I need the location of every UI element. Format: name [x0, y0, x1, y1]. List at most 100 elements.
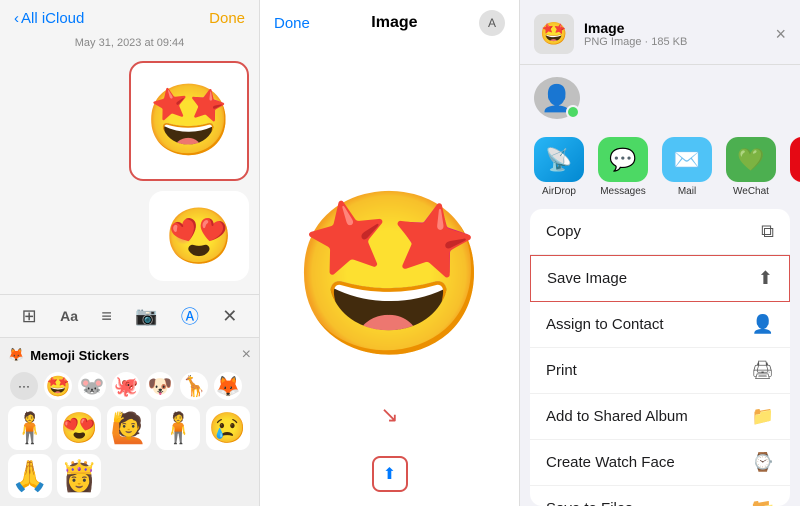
- copy-label: Copy: [546, 223, 581, 240]
- messages-symbol: 💬: [609, 147, 636, 173]
- list-icon[interactable]: ≡: [101, 306, 112, 327]
- image-display-area: 🤩 ↘ ⬆: [260, 42, 519, 506]
- share-filename: Image: [584, 20, 765, 36]
- chevron-left-icon: ‹: [14, 10, 19, 27]
- assign-contact-label: Assign to Contact: [546, 316, 664, 333]
- actions-list: Copy ⧉ Save Image ⬆ Assign to Contact 👤 …: [530, 209, 790, 506]
- watch-face-icon: ⌚: [752, 452, 774, 473]
- wechat-symbol: 💚: [737, 147, 764, 173]
- airdrop-app[interactable]: 📡 AirDrop: [534, 137, 584, 197]
- shared-album-label: Add to Shared Album: [546, 408, 688, 425]
- file-thumb-icon: 🤩: [540, 21, 567, 47]
- arrow-indicator: ↘: [380, 404, 398, 426]
- shared-album-icon: 📁: [752, 406, 774, 427]
- sticker-item-4[interactable]: 🧍: [156, 406, 200, 450]
- grid-icon[interactable]: ⊞: [22, 306, 37, 327]
- sticker-grid: 🧍 😍 🙋 🧍 😢 🙏 👸: [8, 406, 251, 498]
- save-files-label: Save to Files: [546, 500, 633, 506]
- copy-action[interactable]: Copy ⧉: [530, 209, 790, 255]
- back-button[interactable]: ‹ All iCloud: [14, 10, 84, 27]
- message-timestamp: May 31, 2023 at 09:44: [0, 33, 259, 53]
- share-sheet-panel: 🤩 Image PNG Image · 185 KB × 👤 📡 AirDrop…: [520, 0, 800, 506]
- save-image-icon: ⬆: [758, 268, 773, 289]
- sticker-cat-3[interactable]: 🐙: [112, 372, 140, 400]
- done-button[interactable]: Done: [209, 10, 245, 27]
- assign-contact-icon: 👤: [752, 314, 774, 335]
- wechat-label: WeChat: [733, 186, 769, 197]
- sticker-title-label: Memoji Stickers: [30, 348, 129, 363]
- chat-bubble-1[interactable]: 🤩: [129, 61, 249, 181]
- panel1-header: ‹ All iCloud Done: [0, 0, 259, 33]
- memoji-thumb-1: 🤩: [131, 63, 247, 179]
- image-title: Image: [371, 14, 417, 32]
- wechat-app[interactable]: 💚 WeChat: [726, 137, 776, 197]
- assign-contact-action[interactable]: Assign to Contact 👤: [530, 302, 790, 348]
- print-label: Print: [546, 362, 577, 379]
- watch-face-label: Create Watch Face: [546, 454, 675, 471]
- message-toolbar: ⊞ Aa ≡ 📷 Ⓐ ✕: [0, 294, 259, 337]
- close-toolbar-icon[interactable]: ✕: [222, 306, 237, 327]
- sticker-cat-1[interactable]: 🤩: [44, 372, 72, 400]
- mail-app[interactable]: ✉️ Mail: [662, 137, 712, 197]
- sticker-item-7[interactable]: 👸: [57, 454, 101, 498]
- share-icon: ⬆: [383, 464, 396, 484]
- contact-item[interactable]: 👤: [534, 77, 580, 119]
- share-circle-button[interactable]: A: [479, 10, 505, 36]
- messages-panel: ‹ All iCloud Done May 31, 2023 at 09:44 …: [0, 0, 260, 506]
- sticker-item-2[interactable]: 😍: [57, 406, 101, 450]
- shared-album-action[interactable]: Add to Shared Album 📁: [530, 394, 790, 440]
- share-button[interactable]: ⬆: [372, 456, 408, 492]
- wechat-icon: 💚: [726, 137, 776, 182]
- chat-bubble-2[interactable]: 😍: [149, 191, 249, 281]
- airdrop-icon: 📡: [534, 137, 584, 182]
- save-files-action[interactable]: Save to Files 📂: [530, 486, 790, 506]
- watch-face-action[interactable]: Create Watch Face ⌚: [530, 440, 790, 486]
- sticker-more-button[interactable]: ···: [10, 372, 38, 400]
- panel2-header: Done Image A: [260, 0, 519, 42]
- messages-app[interactable]: 💬 Messages: [598, 137, 648, 197]
- camera-icon[interactable]: 📷: [135, 306, 157, 327]
- back-label: All iCloud: [21, 10, 84, 27]
- print-icon: 🖨: [751, 360, 774, 381]
- save-image-label: Save Image: [547, 270, 627, 287]
- sticker-emoji-icon: 🦊: [8, 347, 24, 363]
- circle-a-icon[interactable]: Ⓐ: [181, 303, 199, 329]
- save-files-icon: 📂: [752, 498, 774, 506]
- sticker-category-row: ··· 🤩 🐭 🐙 🐶 🦒 🦊: [8, 372, 251, 400]
- sticker-panel: 🦊 Memoji Stickers × ··· 🤩 🐭 🐙 🐶 🦒 🦊 🧍 😍 …: [0, 337, 259, 506]
- main-memoji-image: 🤩: [290, 194, 489, 354]
- print-action[interactable]: Print 🖨: [530, 348, 790, 394]
- airdrop-symbol: 📡: [545, 147, 572, 173]
- sticker-cat-5[interactable]: 🦒: [180, 372, 208, 400]
- file-thumbnail: 🤩: [534, 14, 574, 54]
- share-header: 🤩 Image PNG Image · 185 KB ×: [520, 0, 800, 65]
- sticker-item-3[interactable]: 🙋: [107, 406, 151, 450]
- mail-symbol: ✉️: [673, 147, 700, 173]
- airdrop-label: AirDrop: [542, 186, 576, 197]
- chat-messages-area: 🤩 😍: [0, 53, 259, 294]
- save-image-action[interactable]: Save Image ⬆: [530, 255, 790, 302]
- contact-avatar: 👤: [534, 77, 580, 119]
- memoji-thumb-2: 😍: [165, 204, 233, 269]
- sticker-title: 🦊 Memoji Stickers: [8, 347, 129, 363]
- sticker-header: 🦊 Memoji Stickers ×: [8, 346, 251, 364]
- contact-online-badge: [566, 105, 580, 119]
- text-format-icon[interactable]: Aa: [60, 308, 78, 324]
- app-icons-row: 📡 AirDrop 💬 Messages ✉️ Mail 💚 WeChat N: [520, 131, 800, 209]
- share-close-button[interactable]: ×: [775, 24, 786, 45]
- messages-label: Messages: [600, 186, 646, 197]
- copy-icon: ⧉: [761, 221, 774, 242]
- mail-label: Mail: [678, 186, 696, 197]
- sticker-close-button[interactable]: ×: [242, 346, 251, 364]
- sticker-cat-2[interactable]: 🐭: [78, 372, 106, 400]
- mail-icon: ✉️: [662, 137, 712, 182]
- image-done-button[interactable]: Done: [274, 15, 310, 32]
- netflix-app[interactable]: N Netfl...: [790, 137, 800, 197]
- netflix-icon: N: [790, 137, 800, 182]
- sticker-cat-6[interactable]: 🦊: [214, 372, 242, 400]
- share-filesize: PNG Image · 185 KB: [584, 36, 765, 48]
- sticker-item-6[interactable]: 🙏: [8, 454, 52, 498]
- sticker-item-5[interactable]: 😢: [206, 406, 250, 450]
- sticker-item-1[interactable]: 🧍: [8, 406, 52, 450]
- sticker-cat-4[interactable]: 🐶: [146, 372, 174, 400]
